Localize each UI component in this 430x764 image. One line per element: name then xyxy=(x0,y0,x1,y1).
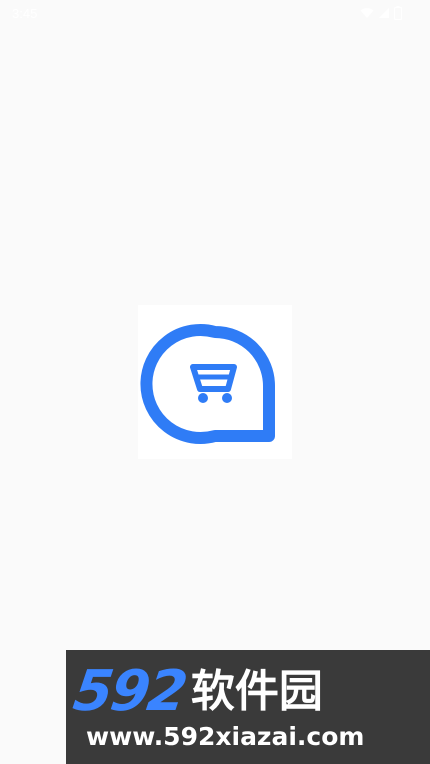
status-icons xyxy=(360,6,402,20)
battery-icon xyxy=(394,6,402,20)
status-bar: 3:45 xyxy=(0,0,430,30)
splash-screen: 3:45 592 软件园 www.592xiazai.com xyxy=(0,0,430,764)
shopping-cart-chat-bubble-icon xyxy=(140,324,275,444)
status-time: 3:45 xyxy=(12,6,38,21)
watermark-chinese-text: 软件园 xyxy=(190,666,323,717)
cellular-signal-icon xyxy=(378,7,390,19)
wifi-icon xyxy=(360,7,374,19)
watermark-url: www.592xiazai.com xyxy=(86,722,365,751)
watermark-brand: 592 软件园 xyxy=(70,659,323,724)
app-logo xyxy=(138,305,292,459)
watermark-number: 592 xyxy=(69,659,190,724)
watermark-banner: 592 软件园 www.592xiazai.com xyxy=(66,650,430,764)
